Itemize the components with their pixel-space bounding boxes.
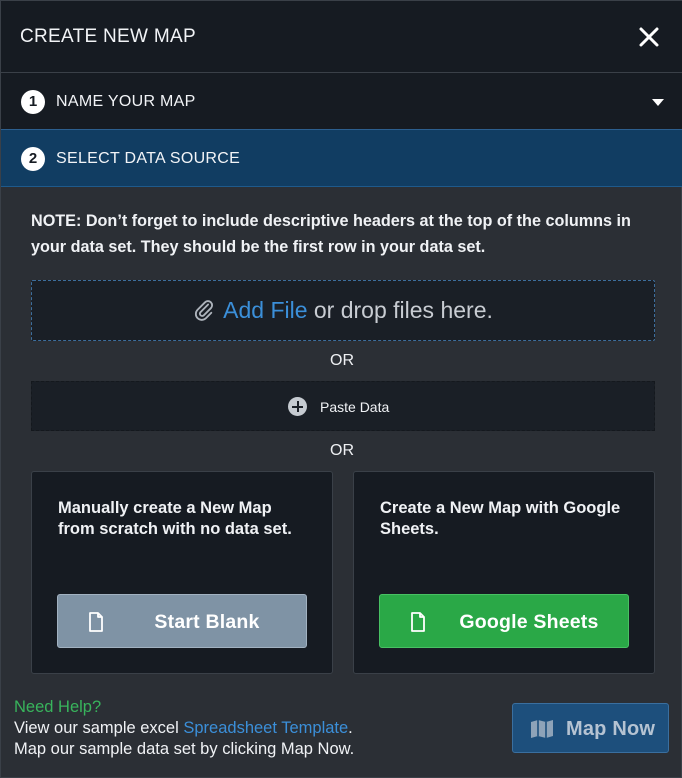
step-number-badge: 2 [21,147,45,171]
map-now-button[interactable]: Map Now [512,703,669,753]
start-blank-button[interactable]: Start Blank [57,594,307,648]
start-blank-label: Start Blank [154,611,260,633]
start-blank-description: Manually create a New Map from scratch w… [58,499,292,538]
close-icon[interactable] [637,25,661,49]
start-blank-card: Manually create a New Map from scratch w… [31,471,333,674]
google-sheets-label: Google Sheets [459,611,599,633]
or-divider: OR [330,442,354,459]
spreadsheet-template-link[interactable]: Spreadsheet Template [183,719,348,737]
chevron-down-icon [652,99,664,106]
need-help-heading: Need Help? [14,698,102,716]
or-divider: OR [330,352,354,369]
paste-data-button[interactable]: Paste Data [31,381,655,431]
add-file-link[interactable]: Add File [223,297,307,323]
help-line-template: View our sample excel Spreadsheet Templa… [14,718,354,739]
step-label: NAME YOUR MAP [56,93,196,110]
google-sheets-button[interactable]: Google Sheets [379,594,629,648]
google-sheets-description: Create a New Map with Google Sheets. [380,499,621,538]
step-number-badge: 1 [21,90,45,114]
file-dropzone[interactable]: Add File or drop files here. [31,280,655,341]
step-label: SELECT DATA SOURCE [56,150,241,167]
google-sheets-card: Create a New Map with Google Sheets. Goo… [353,471,655,674]
paperclip-icon [195,300,214,321]
modal-header: CREATE NEW MAP [1,1,682,73]
modal-title: CREATE NEW MAP [20,26,196,47]
map-now-label: Map Now [566,718,656,740]
paste-data-label: Paste Data [320,399,390,415]
map-icon [531,720,553,738]
plus-circle-icon [288,397,307,416]
help-line-suffix: . [348,719,353,737]
help-line-map-now: Map our sample data set by clicking Map … [14,740,355,758]
step-select-data-source[interactable]: 2 SELECT DATA SOURCE [1,130,682,187]
drop-files-text: or drop files here. [307,297,493,323]
create-map-modal: CREATE NEW MAP 1 NAME YOUR MAP 2 SELECT … [0,0,682,778]
help-section: Need Help? View our sample excel Spreads… [14,697,354,760]
data-source-note: NOTE: Don’t forget to include descriptiv… [31,212,631,256]
help-line-prefix: View our sample excel [14,719,184,737]
step-name-your-map[interactable]: 1 NAME YOUR MAP [1,73,682,130]
